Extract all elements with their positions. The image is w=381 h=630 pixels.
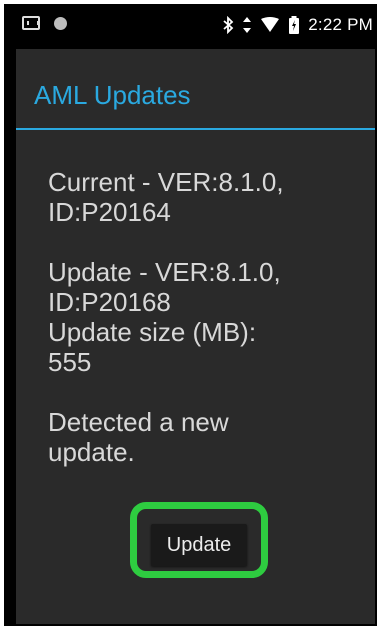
detected-update-text: Detected a new update.	[48, 407, 368, 467]
current-id-line: ID:P20164	[48, 197, 171, 227]
data-arrows-icon	[242, 16, 252, 34]
current-version-info: Current - VER:8.1.0, ID:P20164	[48, 167, 368, 227]
status-bar: 2:22 PM	[6, 6, 375, 46]
status-left-icons	[22, 16, 67, 30]
current-version-line: Current - VER:8.1.0,	[48, 167, 284, 197]
dialog-title: AML Updates	[34, 80, 191, 110]
wifi-icon	[260, 17, 280, 33]
battery-icon	[288, 16, 300, 34]
circle-icon	[54, 16, 67, 30]
update-id-line: ID:P20168	[48, 287, 171, 317]
update-button[interactable]: Update	[151, 524, 247, 566]
update-size-value: 555	[48, 347, 92, 377]
detected-line-1: Detected a new	[48, 407, 229, 437]
update-version-line: Update - VER:8.1.0,	[48, 257, 281, 287]
detected-line-2: update.	[48, 437, 135, 467]
device-screen: 2:22 PM AML Updates Current - VER:8.1.0,…	[4, 4, 377, 626]
scanner-icon	[22, 16, 40, 30]
title-divider	[16, 128, 375, 130]
bluetooth-icon	[222, 16, 234, 34]
dialog-message: Current - VER:8.1.0, ID:P20164 Update - …	[48, 167, 368, 467]
update-version-info: Update - VER:8.1.0, ID:P20168 Update siz…	[48, 257, 368, 377]
update-size-label: Update size (MB):	[48, 317, 257, 347]
status-right-icons: 2:22 PM	[222, 15, 373, 35]
status-time: 2:22 PM	[308, 15, 373, 34]
update-button-highlight: Update	[130, 502, 268, 578]
